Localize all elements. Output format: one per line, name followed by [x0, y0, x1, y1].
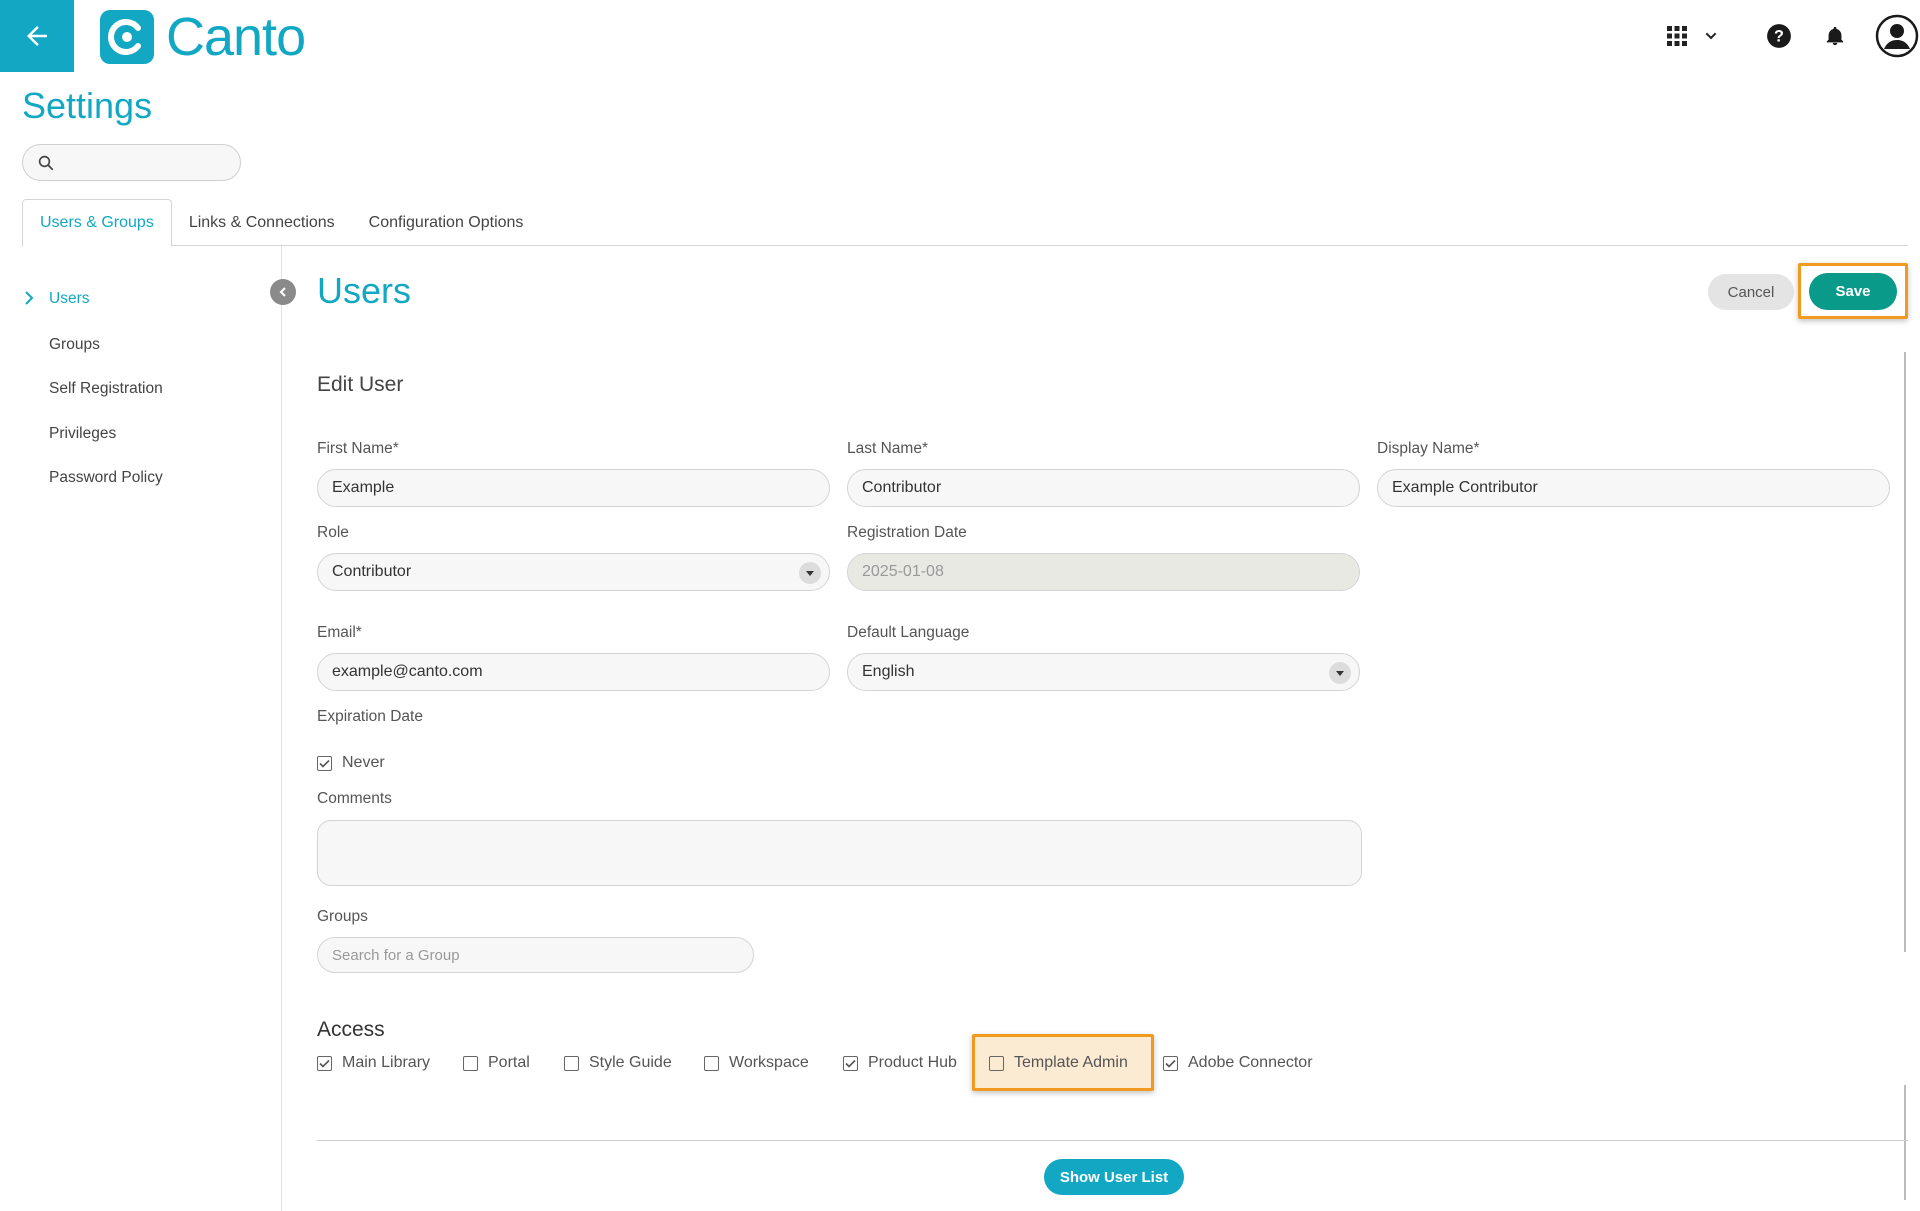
email-field[interactable]: example@canto.com — [317, 653, 830, 691]
svg-text:?: ? — [1774, 27, 1784, 45]
sidebar-item-privileges[interactable]: Privileges — [49, 425, 116, 443]
dropdown-arrow-icon — [1329, 662, 1351, 684]
tab-users-groups[interactable]: Users & Groups — [22, 199, 172, 247]
back-button[interactable] — [0, 0, 74, 72]
chevron-right-icon — [25, 291, 34, 305]
default-language-label: Default Language — [847, 624, 970, 641]
dropdown-arrow-icon — [799, 562, 821, 584]
collapse-sidebar-button[interactable] — [270, 279, 296, 305]
email-label: Email* — [317, 624, 362, 641]
user-avatar-icon — [1875, 14, 1919, 58]
access-option-label: Main Library — [342, 1054, 431, 1071]
sidebar-item-groups[interactable]: Groups — [49, 336, 100, 354]
search-icon — [38, 155, 54, 170]
save-highlight: Save — [1798, 263, 1908, 319]
sidebar-item-password-policy[interactable]: Password Policy — [49, 469, 163, 487]
sidebar-item-users[interactable]: Users — [49, 290, 89, 308]
scrollbar-track-lower[interactable] — [1904, 1085, 1906, 1200]
checkbox-unchecked-icon — [989, 1055, 1004, 1071]
bell-icon — [1826, 26, 1844, 46]
groups-label: Groups — [317, 908, 368, 925]
access-main-library-checkbox[interactable]: Main Library — [317, 1054, 430, 1072]
display-name-label: Display Name* — [1377, 440, 1480, 457]
settings-search-input[interactable] — [63, 154, 233, 171]
save-button[interactable]: Save — [1809, 272, 1897, 310]
help-button[interactable]: ? — [1764, 19, 1794, 53]
access-portal-checkbox[interactable]: Portal — [463, 1054, 530, 1072]
tab-links-connections[interactable]: Links & Connections — [172, 199, 352, 246]
back-arrow-icon — [27, 26, 47, 46]
checkbox-checked-icon — [317, 1055, 332, 1071]
comments-label: Comments — [317, 790, 392, 807]
canto-logo-mark-icon — [100, 10, 154, 64]
cancel-button[interactable]: Cancel — [1708, 274, 1794, 310]
checkbox-checked-icon — [317, 755, 332, 771]
first-name-label: First Name* — [317, 440, 399, 457]
apps-grid-button[interactable] — [1660, 19, 1694, 53]
last-name-field[interactable]: Contributor — [847, 469, 1360, 507]
first-name-field[interactable]: Example — [317, 469, 830, 507]
brand-name: Canto — [166, 7, 306, 67]
access-option-label: Style Guide — [589, 1054, 672, 1071]
expiration-date-label: Expiration Date — [317, 708, 423, 725]
access-option-label: Template Admin — [1014, 1054, 1128, 1071]
checkbox-checked-icon — [1163, 1055, 1178, 1071]
settings-tabs: Users & Groups Links & Connections Confi… — [22, 199, 1908, 247]
checkbox-unchecked-icon — [564, 1055, 579, 1071]
groups-search-input[interactable]: Search for a Group — [317, 937, 754, 973]
checkbox-unchecked-icon — [463, 1055, 478, 1071]
checkbox-unchecked-icon — [704, 1055, 719, 1071]
default-language-value: English — [862, 663, 915, 680]
last-name-label: Last Name* — [847, 440, 928, 457]
access-product-hub-checkbox[interactable]: Product Hub — [843, 1054, 957, 1072]
notifications-button[interactable] — [1820, 19, 1850, 53]
scrollbar-track[interactable] — [1904, 352, 1906, 952]
checkbox-checked-icon — [843, 1055, 858, 1071]
user-menu-button[interactable] — [1874, 13, 1920, 59]
access-option-label: Workspace — [729, 1054, 809, 1071]
default-language-select[interactable]: English — [847, 653, 1360, 691]
comments-textarea[interactable] — [317, 820, 1362, 886]
role-label: Role — [317, 524, 349, 541]
access-workspace-checkbox[interactable]: Workspace — [704, 1054, 809, 1072]
never-label: Never — [342, 754, 385, 771]
tab-configuration-options[interactable]: Configuration Options — [352, 199, 541, 246]
role-value: Contributor — [332, 563, 412, 580]
help-icon: ? — [1767, 24, 1791, 48]
access-option-label: Product Hub — [868, 1054, 957, 1071]
registration-date-label: Registration Date — [847, 524, 967, 541]
never-checkbox[interactable]: Never — [317, 754, 385, 772]
role-select[interactable]: Contributor — [317, 553, 830, 591]
access-adobe-connector-checkbox[interactable]: Adobe Connector — [1163, 1054, 1313, 1072]
chevron-down-icon — [1705, 32, 1717, 40]
chevron-left-icon — [279, 287, 286, 297]
registration-date-field: 2025-01-08 — [847, 553, 1360, 591]
canto-logo[interactable]: Canto — [100, 7, 306, 67]
sidebar-item-self-registration[interactable]: Self Registration — [49, 380, 163, 398]
apps-dropdown-toggle[interactable] — [1696, 19, 1726, 53]
section-heading: Users — [317, 270, 412, 311]
page-title: Settings — [22, 85, 153, 126]
access-option-label: Portal — [488, 1054, 530, 1071]
access-template-admin-checkbox[interactable]: Template Admin — [989, 1054, 1128, 1072]
display-name-field[interactable]: Example Contributor — [1377, 469, 1890, 507]
access-option-label: Adobe Connector — [1188, 1054, 1313, 1071]
divider — [317, 1140, 1908, 1141]
access-style-guide-checkbox[interactable]: Style Guide — [564, 1054, 672, 1072]
show-user-list-button[interactable]: Show User List — [1044, 1159, 1184, 1195]
access-title: Access — [317, 1018, 385, 1041]
apps-grid-icon — [1667, 26, 1687, 46]
settings-search[interactable] — [22, 144, 241, 181]
edit-user-title: Edit User — [317, 373, 404, 396]
